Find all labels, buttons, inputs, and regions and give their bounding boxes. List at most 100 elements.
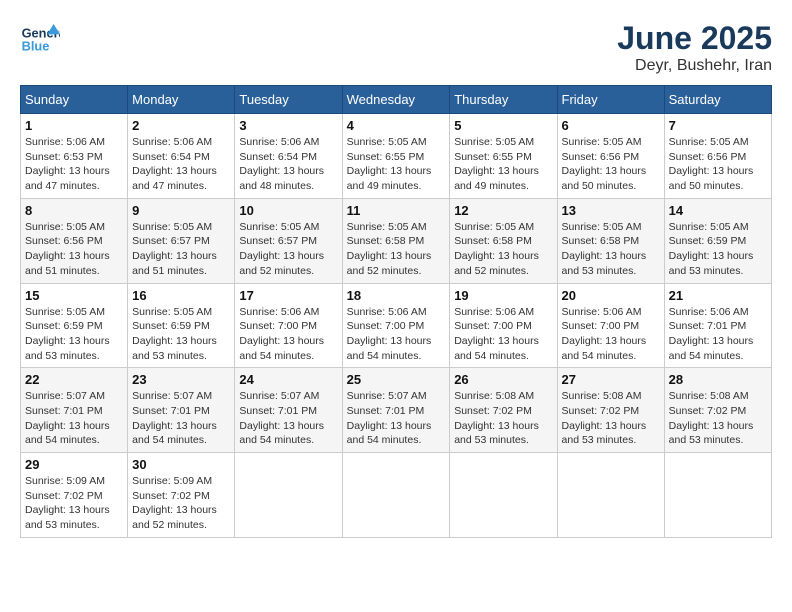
calendar-day-cell: 14 Sunrise: 5:05 AMSunset: 6:59 PMDayligh… — [664, 198, 771, 283]
day-info: Sunrise: 5:05 AMSunset: 6:56 PMDaylight:… — [25, 221, 110, 277]
calendar-day-cell: 24Sunrise: 5:07 AMSunset: 7:01 PMDayligh… — [235, 368, 342, 453]
day-number: 17 — [239, 288, 337, 303]
day-number: 7 — [669, 118, 767, 133]
day-number: 28 — [669, 372, 767, 387]
month-year: June 2025 — [617, 20, 772, 57]
calendar-day-cell: 19 Sunrise: 5:06 AMSunset: 7:00 PMDayligh… — [450, 283, 557, 368]
day-number: 13 — [562, 203, 660, 218]
day-info: Sunrise: 5:07 AMSunset: 7:01 PMDaylight:… — [25, 390, 110, 446]
calendar-day-cell: 10 Sunrise: 5:05 AMSunset: 6:57 PMDayligh… — [235, 198, 342, 283]
day-info: Sunrise: 5:07 AMSunset: 7:01 PMDaylight:… — [347, 390, 432, 446]
day-info: Sunrise: 5:06 AMSunset: 6:54 PMDaylight:… — [239, 136, 324, 192]
day-info: Sunrise: 5:06 AMSunset: 7:00 PMDaylight:… — [454, 306, 539, 362]
title-area: June 2025 Deyr, Bushehr, Iran — [617, 20, 772, 75]
calendar-day-cell: 18 Sunrise: 5:06 AMSunset: 7:00 PMDayligh… — [342, 283, 450, 368]
day-info: Sunrise: 5:08 AMSunset: 7:02 PMDaylight:… — [454, 390, 539, 446]
day-info: Sunrise: 5:06 AMSunset: 7:01 PMDaylight:… — [669, 306, 754, 362]
logo-icon: General Blue — [20, 20, 60, 60]
empty-cell — [235, 453, 342, 538]
day-info: Sunrise: 5:08 AMSunset: 7:02 PMDaylight:… — [562, 390, 647, 446]
calendar-table: Sunday Monday Tuesday Wednesday Thursday… — [20, 85, 772, 538]
day-info: Sunrise: 5:05 AMSunset: 6:57 PMDaylight:… — [132, 221, 217, 277]
day-info: Sunrise: 5:05 AMSunset: 6:58 PMDaylight:… — [562, 221, 647, 277]
calendar-day-cell: 4Sunrise: 5:05 AMSunset: 6:55 PMDaylight… — [342, 114, 450, 199]
calendar-day-cell: 21 Sunrise: 5:06 AMSunset: 7:01 PMDayligh… — [664, 283, 771, 368]
day-info: Sunrise: 5:08 AMSunset: 7:02 PMDaylight:… — [669, 390, 754, 446]
day-number: 10 — [239, 203, 337, 218]
col-sunday: Sunday — [21, 86, 128, 114]
calendar-day-cell: 27 Sunrise: 5:08 AMSunset: 7:02 PMDayligh… — [557, 368, 664, 453]
col-saturday: Saturday — [664, 86, 771, 114]
day-number: 2 — [132, 118, 230, 133]
calendar-day-cell: 17 Sunrise: 5:06 AMSunset: 7:00 PMDayligh… — [235, 283, 342, 368]
svg-text:Blue: Blue — [22, 38, 50, 53]
col-thursday: Thursday — [450, 86, 557, 114]
day-number: 21 — [669, 288, 767, 303]
day-number: 20 — [562, 288, 660, 303]
day-info: Sunrise: 5:05 AMSunset: 6:57 PMDaylight:… — [239, 221, 324, 277]
calendar-day-cell: 26 Sunrise: 5:08 AMSunset: 7:02 PMDayligh… — [450, 368, 557, 453]
day-info: Sunrise: 5:05 AMSunset: 6:55 PMDaylight:… — [347, 136, 432, 192]
day-info: Sunrise: 5:06 AMSunset: 7:00 PMDaylight:… — [239, 306, 324, 362]
calendar-day-cell: 3 Sunrise: 5:06 AMSunset: 6:54 PMDaylight… — [235, 114, 342, 199]
day-number: 27 — [562, 372, 660, 387]
calendar-day-cell: 9 Sunrise: 5:05 AMSunset: 6:57 PMDaylight… — [128, 198, 235, 283]
day-number: 11 — [347, 203, 446, 218]
calendar-week-row: 8 Sunrise: 5:05 AMSunset: 6:56 PMDaylight… — [21, 198, 772, 283]
day-number: 19 — [454, 288, 552, 303]
calendar-day-cell: 16Sunrise: 5:05 AMSunset: 6:59 PMDayligh… — [128, 283, 235, 368]
day-info: Sunrise: 5:05 AMSunset: 6:59 PMDaylight:… — [669, 221, 754, 277]
day-info: Sunrise: 5:09 AMSunset: 7:02 PMDaylight:… — [132, 475, 217, 531]
calendar-day-cell: 2 Sunrise: 5:06 AMSunset: 6:54 PMDaylight… — [128, 114, 235, 199]
day-info: Sunrise: 5:07 AMSunset: 7:01 PMDaylight:… — [132, 390, 217, 446]
day-info: Sunrise: 5:06 AMSunset: 7:00 PMDaylight:… — [347, 306, 432, 362]
day-number: 16 — [132, 288, 230, 303]
calendar-week-row: 1Sunrise: 5:06 AMSunset: 6:53 PMDaylight… — [21, 114, 772, 199]
day-number: 5 — [454, 118, 552, 133]
day-info: Sunrise: 5:06 AMSunset: 6:54 PMDaylight:… — [132, 136, 217, 192]
page-header: General Blue June 2025 Deyr, Bushehr, Ir… — [20, 20, 772, 75]
calendar-day-cell: 1Sunrise: 5:06 AMSunset: 6:53 PMDaylight… — [21, 114, 128, 199]
calendar-day-cell: 23 Sunrise: 5:07 AMSunset: 7:01 PMDayligh… — [128, 368, 235, 453]
day-number: 8 — [25, 203, 123, 218]
calendar-day-cell: 11 Sunrise: 5:05 AMSunset: 6:58 PMDayligh… — [342, 198, 450, 283]
day-info: Sunrise: 5:06 AMSunset: 7:00 PMDaylight:… — [562, 306, 647, 362]
calendar-day-cell: 13 Sunrise: 5:05 AMSunset: 6:58 PMDayligh… — [557, 198, 664, 283]
location: Deyr, Bushehr, Iran — [617, 57, 772, 75]
calendar-day-cell: 25 Sunrise: 5:07 AMSunset: 7:01 PMDayligh… — [342, 368, 450, 453]
calendar-day-cell: 20 Sunrise: 5:06 AMSunset: 7:00 PMDayligh… — [557, 283, 664, 368]
calendar-day-cell: 15Sunrise: 5:05 AMSunset: 6:59 PMDayligh… — [21, 283, 128, 368]
day-number: 25 — [347, 372, 446, 387]
col-tuesday: Tuesday — [235, 86, 342, 114]
calendar-header-row: Sunday Monday Tuesday Wednesday Thursday… — [21, 86, 772, 114]
day-info: Sunrise: 5:09 AMSunset: 7:02 PMDaylight:… — [25, 475, 110, 531]
day-number: 26 — [454, 372, 552, 387]
calendar-day-cell: 12Sunrise: 5:05 AMSunset: 6:58 PMDayligh… — [450, 198, 557, 283]
calendar-day-cell: 8 Sunrise: 5:05 AMSunset: 6:56 PMDaylight… — [21, 198, 128, 283]
day-number: 22 — [25, 372, 123, 387]
day-number: 24 — [239, 372, 337, 387]
col-monday: Monday — [128, 86, 235, 114]
day-number: 12 — [454, 203, 552, 218]
calendar-day-cell: 22 Sunrise: 5:07 AMSunset: 7:01 PMDayligh… — [21, 368, 128, 453]
calendar-day-cell: 30 Sunrise: 5:09 AMSunset: 7:02 PMDayligh… — [128, 453, 235, 538]
empty-cell — [664, 453, 771, 538]
day-number: 23 — [132, 372, 230, 387]
calendar-week-row: 15Sunrise: 5:05 AMSunset: 6:59 PMDayligh… — [21, 283, 772, 368]
calendar-day-cell: 7 Sunrise: 5:05 AMSunset: 6:56 PMDaylight… — [664, 114, 771, 199]
day-number: 9 — [132, 203, 230, 218]
day-info: Sunrise: 5:05 AMSunset: 6:59 PMDaylight:… — [25, 306, 110, 362]
logo: General Blue — [20, 20, 64, 60]
day-number: 6 — [562, 118, 660, 133]
day-info: Sunrise: 5:05 AMSunset: 6:58 PMDaylight:… — [347, 221, 432, 277]
calendar-day-cell: 28 Sunrise: 5:08 AMSunset: 7:02 PMDayligh… — [664, 368, 771, 453]
day-number: 29 — [25, 457, 123, 472]
day-number: 18 — [347, 288, 446, 303]
calendar-day-cell: 29 Sunrise: 5:09 AMSunset: 7:02 PMDayligh… — [21, 453, 128, 538]
day-number: 3 — [239, 118, 337, 133]
day-number: 14 — [669, 203, 767, 218]
empty-cell — [342, 453, 450, 538]
day-number: 30 — [132, 457, 230, 472]
calendar-day-cell: 6Sunrise: 5:05 AMSunset: 6:56 PMDaylight… — [557, 114, 664, 199]
day-info: Sunrise: 5:05 AMSunset: 6:56 PMDaylight:… — [669, 136, 754, 192]
